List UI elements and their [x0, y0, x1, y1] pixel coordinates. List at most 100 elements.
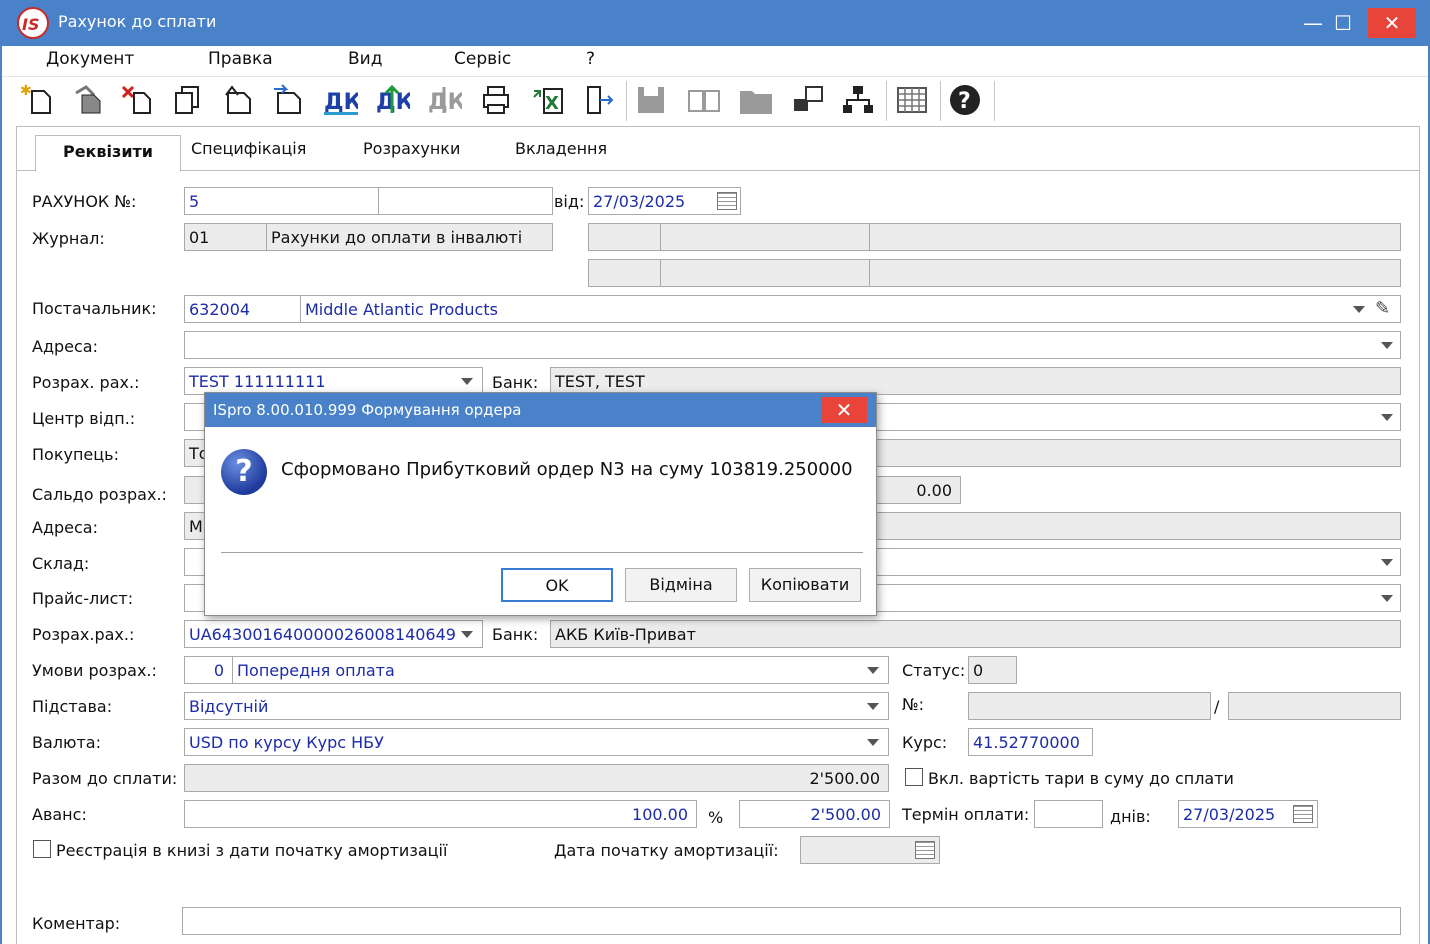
- status-field: 0: [968, 656, 1017, 684]
- menu-help[interactable]: ?: [586, 49, 595, 69]
- calendar-icon[interactable]: [1293, 805, 1313, 823]
- tare-checkbox[interactable]: [905, 768, 923, 786]
- term-days-field[interactable]: [1034, 800, 1103, 828]
- book-icon[interactable]: [686, 83, 726, 119]
- total-field: 2'500.00: [184, 764, 889, 792]
- svg-text:IS: IS: [22, 15, 39, 34]
- journal-label: Журнал:: [32, 229, 105, 248]
- chevron-down-icon[interactable]: [461, 378, 473, 385]
- main-window: IS Рахунок до сплати — ☐ ✕ Документ Прав…: [0, 0, 1430, 944]
- journal-name-field: Рахунки до оплати в інвалюті: [266, 223, 553, 251]
- debit-credit-icon[interactable]: ДК: [322, 83, 362, 119]
- basis-value: Відсутній: [189, 697, 269, 716]
- buyer-bank-field: АКБ Київ-Приват: [550, 620, 1401, 648]
- folder-icon[interactable]: [738, 83, 778, 119]
- term-label: Термін оплати:: [902, 805, 1030, 824]
- dialog-separator: [221, 552, 863, 553]
- pricelist-label: Прайс-лист:: [32, 589, 134, 608]
- term-date-field[interactable]: 27/03/2025: [1178, 800, 1318, 828]
- print-icon[interactable]: [478, 83, 518, 119]
- debit-credit-post-icon[interactable]: ДК: [374, 83, 414, 119]
- account-field[interactable]: TEST 111111111: [184, 367, 483, 395]
- currency-value: USD по курсу Курс НБУ: [189, 733, 384, 752]
- term-date-value: 27/03/2025: [1183, 805, 1276, 824]
- debit-credit-cancel-icon[interactable]: ДК: [426, 83, 466, 119]
- invoice-suffix-field[interactable]: [378, 187, 553, 215]
- chevron-down-icon[interactable]: [1381, 342, 1393, 349]
- hierarchy-icon[interactable]: [840, 83, 880, 119]
- warehouse-label: Склад:: [32, 554, 90, 573]
- ok-button[interactable]: OK: [501, 568, 613, 602]
- delete-doc-icon[interactable]: [120, 83, 160, 119]
- menu-service[interactable]: Сервіс: [454, 49, 511, 69]
- rate-field[interactable]: 41.52770000: [968, 728, 1093, 756]
- bank-field: TEST, TEST: [550, 367, 1401, 395]
- save-icon[interactable]: [634, 83, 674, 119]
- duplicate-icon[interactable]: [170, 83, 210, 119]
- chevron-down-icon[interactable]: [1381, 559, 1393, 566]
- register-label: Реєстрація в книзі з дати початку аморти…: [56, 841, 448, 860]
- extra-field-6: [869, 259, 1401, 287]
- cancel-button[interactable]: Відміна: [625, 568, 737, 602]
- dialog-close-button[interactable]: ✕: [821, 397, 867, 423]
- invoice-no-field[interactable]: 5: [184, 187, 379, 215]
- total-label: Разом до сплати:: [32, 769, 178, 788]
- comment-field[interactable]: [182, 907, 1401, 935]
- tab-requisites[interactable]: Реквізити: [35, 135, 181, 172]
- menu-edit[interactable]: Правка: [208, 49, 273, 69]
- new-doc-icon[interactable]: ✱: [20, 83, 60, 119]
- currency-field[interactable]: USD по курсу Курс НБУ: [184, 728, 889, 756]
- tab-settlements[interactable]: Розрахунки: [363, 139, 460, 158]
- chevron-down-icon[interactable]: [1381, 414, 1393, 421]
- copy-doc-icon[interactable]: [70, 83, 110, 119]
- chevron-down-icon[interactable]: [1381, 595, 1393, 602]
- supplier-name-field[interactable]: Middle Atlantic Products ✎: [300, 295, 1401, 323]
- transfer-icon[interactable]: [790, 83, 830, 119]
- rate-label: Курс:: [902, 733, 948, 752]
- advance-sum-field[interactable]: 2'500.00: [739, 800, 890, 828]
- advance-pct-field[interactable]: 100.00: [184, 800, 697, 828]
- basis-field[interactable]: Відсутній: [184, 692, 889, 720]
- toolbar-separator: [886, 81, 887, 121]
- slash-separator: /: [1214, 697, 1220, 716]
- percent-sign: %: [708, 808, 724, 827]
- terms-code-field[interactable]: 0: [184, 656, 233, 684]
- register-checkbox[interactable]: [33, 840, 51, 858]
- order-dialog: ISpro 8.00.010.999 Формування ордера ✕ ?…: [204, 392, 877, 616]
- toolbar-separator: [626, 81, 627, 121]
- excel-export-icon[interactable]: X: [530, 83, 570, 119]
- chevron-down-icon[interactable]: [461, 631, 473, 638]
- status-label: Статус:: [902, 661, 966, 680]
- tab-attachments[interactable]: Вкладення: [515, 139, 607, 158]
- app-logo-icon: IS: [17, 7, 49, 39]
- calendar-icon[interactable]: [717, 192, 737, 210]
- chevron-down-icon[interactable]: [1353, 306, 1365, 313]
- invoice-date-value: 27/03/2025: [593, 192, 686, 211]
- menu-document[interactable]: Документ: [46, 49, 134, 69]
- exit-icon[interactable]: [582, 83, 622, 119]
- supplier-address-field[interactable]: [184, 331, 1401, 359]
- chevron-down-icon[interactable]: [867, 667, 879, 674]
- basis-label: Підстава:: [32, 697, 113, 716]
- dialog-message: Сформовано Прибутковий ордер N3 на суму …: [281, 459, 853, 480]
- chevron-down-icon[interactable]: [867, 703, 879, 710]
- help-icon[interactable]: ?: [948, 83, 988, 119]
- doc-forward-icon[interactable]: [270, 83, 310, 119]
- supplier-code-field[interactable]: 632004: [184, 295, 301, 323]
- basis-no-field-2: [1228, 692, 1401, 720]
- menu-view[interactable]: Вид: [348, 49, 382, 69]
- menu-bar: Документ Правка Вид Сервіс ?: [2, 46, 1428, 76]
- buyer-account-field[interactable]: UA643001640000026008140649: [184, 620, 483, 648]
- currency-label: Валюта:: [32, 733, 101, 752]
- chevron-down-icon[interactable]: [867, 739, 879, 746]
- grid-icon[interactable]: [894, 83, 934, 119]
- copy-button[interactable]: Копіювати: [749, 568, 861, 602]
- doc-up-icon[interactable]: [220, 83, 260, 119]
- pencil-icon[interactable]: ✎: [1375, 298, 1390, 319]
- close-button[interactable]: ✕: [1368, 8, 1416, 38]
- invoice-date-field[interactable]: 27/03/2025: [588, 187, 741, 215]
- tab-specification[interactable]: Специфікація: [191, 139, 306, 158]
- terms-name-field[interactable]: Попередня оплата: [232, 656, 889, 684]
- maximize-button[interactable]: ☐: [1320, 8, 1366, 38]
- comment-label: Коментар:: [32, 914, 121, 933]
